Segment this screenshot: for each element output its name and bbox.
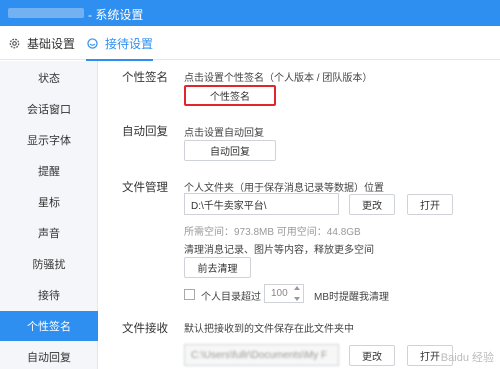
file-manage-description: 个人文件夹（用于保存消息记录等数据）位置 bbox=[184, 183, 384, 194]
set-signature-button[interactable]: 个性签名 bbox=[184, 85, 276, 106]
sidebar-item-display-font[interactable]: 显示字体 bbox=[0, 125, 98, 155]
sidebar-item-signature[interactable]: 个性签名 bbox=[0, 311, 98, 341]
blurred-account-name bbox=[8, 8, 84, 18]
sidebar-item-reminder[interactable]: 提醒 bbox=[0, 156, 98, 186]
reception-icon bbox=[87, 37, 98, 49]
space-info: 所需空间：973.8MB 可用空间：44.8GB bbox=[184, 227, 361, 238]
signature-description: 点击设置个性签名（个人版本 / 团队版本） bbox=[184, 73, 373, 84]
sidebar-item-chat-window[interactable]: 会话窗口 bbox=[0, 94, 98, 124]
sidebar-item-star[interactable]: 星标 bbox=[0, 187, 98, 217]
tab-basic-settings[interactable]: 基础设置 bbox=[8, 26, 75, 60]
set-auto-reply-button[interactable]: 自动回复 bbox=[184, 140, 276, 161]
size-threshold-suffix: MB时提醒我清理 bbox=[314, 292, 389, 303]
window-title: - 系统设置 bbox=[88, 8, 144, 22]
sidebar-item-reception[interactable]: 接待 bbox=[0, 280, 98, 310]
tab-bar: 基础设置 接待设置 bbox=[0, 26, 500, 61]
change-folder-button[interactable]: 更改 bbox=[349, 194, 395, 215]
auto-reply-description: 点击设置自动回复 bbox=[184, 128, 264, 139]
title-bar: - 系统设置 bbox=[0, 0, 500, 26]
folder-size-reminder-label: 个人目录超过 bbox=[201, 292, 261, 303]
receive-folder-path-input[interactable]: C:\Users\fullr\Documents\My F bbox=[184, 344, 339, 366]
change-receive-folder-button[interactable]: 更改 bbox=[349, 345, 395, 366]
sidebar-item-anti-harassment[interactable]: 防骚扰 bbox=[0, 249, 98, 279]
sidebar-item-sound[interactable]: 声音 bbox=[0, 218, 98, 248]
stepper-down-icon[interactable] bbox=[293, 297, 300, 301]
open-folder-button[interactable]: 打开 bbox=[407, 194, 453, 215]
tab-reception-settings[interactable]: 接待设置 bbox=[86, 26, 154, 61]
sidebar-item-auto-reply[interactable]: 自动回复 bbox=[0, 342, 98, 369]
go-clean-button[interactable]: 前去清理 bbox=[184, 257, 251, 278]
tab-basic-settings-label: 基础设置 bbox=[27, 36, 76, 51]
stepper-arrows[interactable] bbox=[292, 286, 301, 301]
settings-sidebar: 状态 会话窗口 显示字体 提醒 星标 声音 防骚扰 接待 个性签名 自动回复 bbox=[0, 61, 98, 369]
auto-reply-section-label: 自动回复 bbox=[122, 126, 168, 138]
settings-content: 个性签名 点击设置个性签名（个人版本 / 团队版本） 个性签名 自动回复 点击设… bbox=[98, 61, 500, 369]
file-receive-description: 默认把接收到的文件保存在此文件夹中 bbox=[184, 324, 354, 335]
gear-icon bbox=[9, 38, 20, 48]
stepper-up-icon[interactable] bbox=[293, 286, 300, 290]
signature-section-label: 个性签名 bbox=[122, 72, 168, 84]
sidebar-item-status[interactable]: 状态 bbox=[0, 63, 98, 93]
tab-reception-settings-label: 接待设置 bbox=[105, 36, 154, 51]
folder-size-reminder-checkbox[interactable] bbox=[184, 289, 195, 300]
personal-folder-path-input[interactable]: D:\千牛卖家平台\ bbox=[184, 193, 339, 215]
clean-description: 清理消息记录、图片等内容，释放更多空间 bbox=[184, 245, 374, 256]
size-threshold-value: 100 bbox=[271, 288, 288, 299]
file-manage-section-label: 文件管理 bbox=[122, 182, 168, 194]
watermark: Baidu 经验 bbox=[440, 352, 494, 364]
size-threshold-stepper[interactable]: 100 bbox=[264, 284, 304, 303]
file-receive-section-label: 文件接收 bbox=[122, 323, 168, 335]
